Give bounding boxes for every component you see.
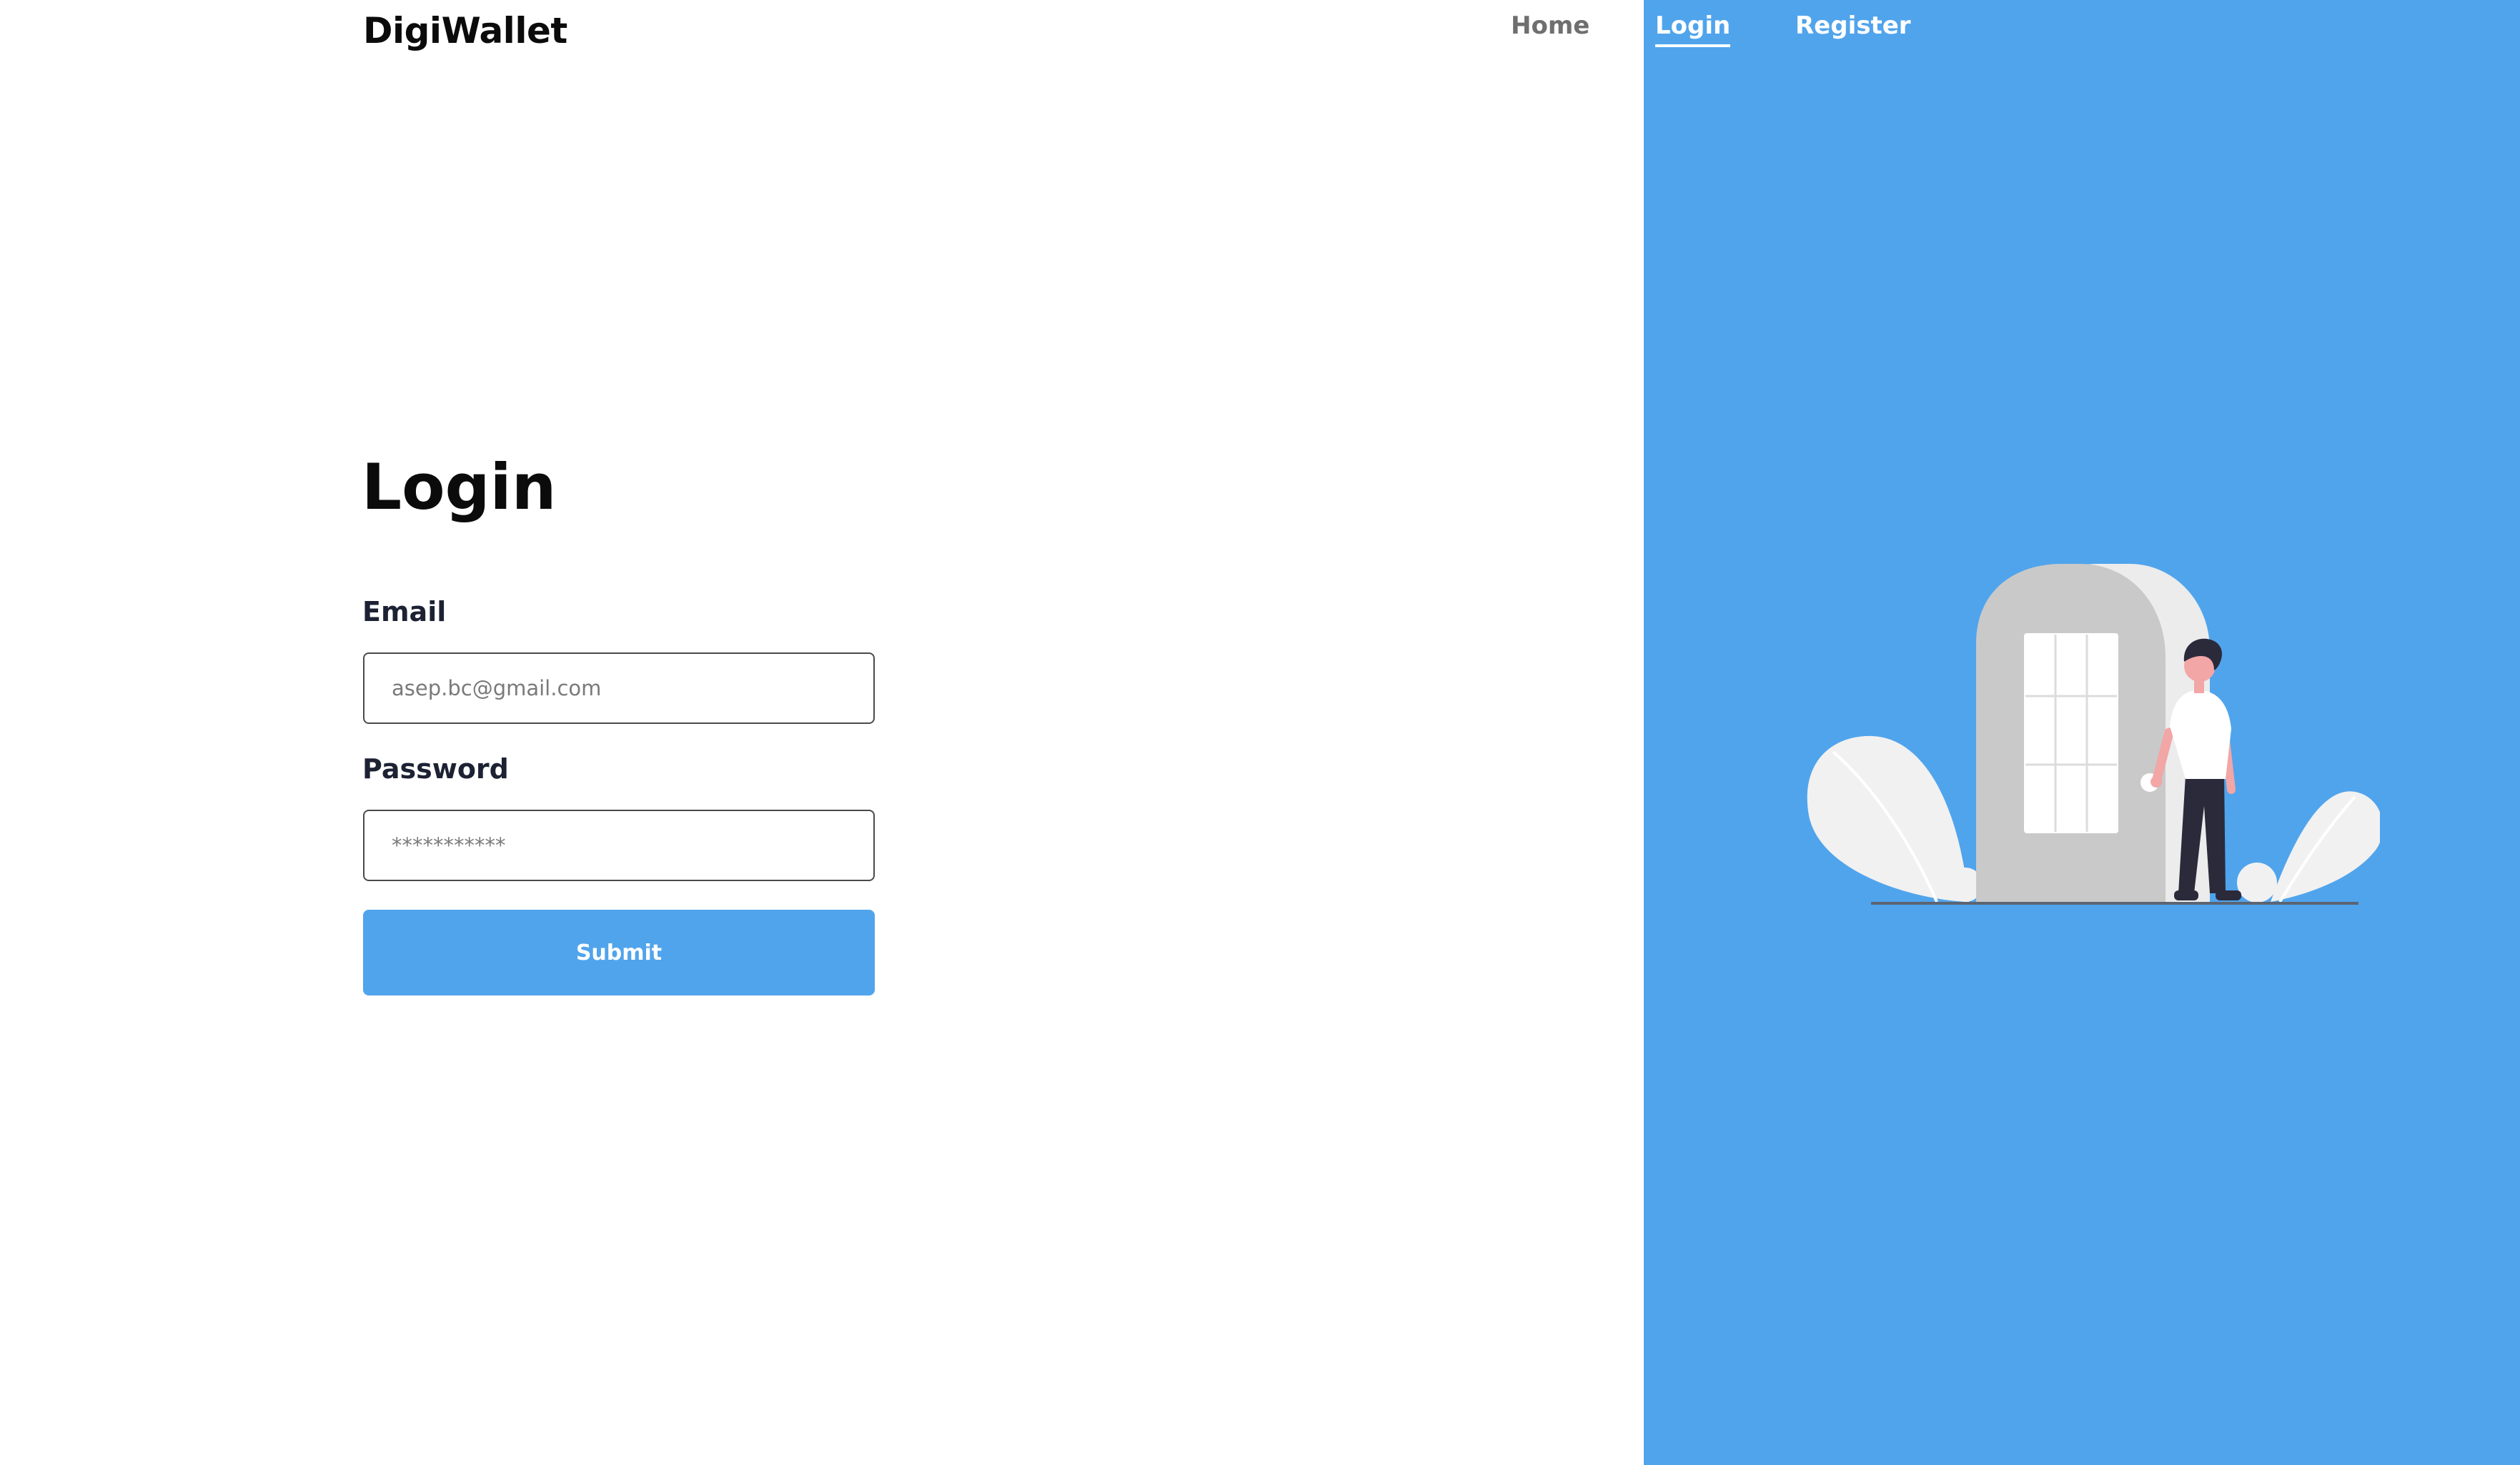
submit-button[interactable]: Submit (363, 910, 875, 995)
email-input[interactable] (363, 652, 875, 724)
login-page: DigiWallet Home Login Register Login Ema… (0, 0, 2520, 1465)
email-label: Email (362, 596, 447, 627)
bush-shape (2237, 863, 2277, 903)
password-label: Password (362, 753, 509, 785)
page-title: Login (362, 450, 557, 524)
password-input[interactable] (363, 810, 875, 881)
nav-home-link[interactable]: Home (1511, 11, 1589, 40)
right-leaf-shape (2271, 791, 2380, 903)
nav-login-link[interactable]: Login (1655, 11, 1731, 47)
nav-register-link[interactable]: Register (1795, 11, 1911, 40)
brand-logo[interactable]: DigiWallet (363, 10, 567, 51)
door-window-shape (2024, 633, 2118, 833)
person-at-door-illustration (1807, 564, 2380, 905)
left-leaf-shape (1807, 735, 1969, 903)
